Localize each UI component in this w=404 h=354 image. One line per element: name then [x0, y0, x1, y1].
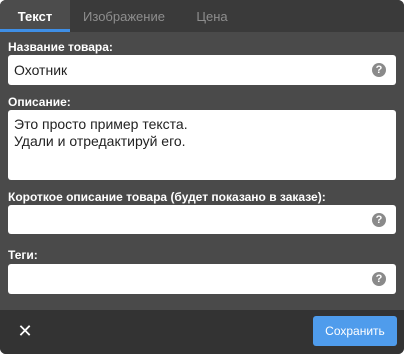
product-name-value: Охотник: [14, 62, 68, 78]
help-icon[interactable]: ?: [372, 63, 386, 77]
tab-bar: Текст Изображение Цена: [0, 0, 404, 32]
tab-price[interactable]: Цена: [182, 0, 242, 32]
description-label: Описание:: [8, 95, 71, 109]
product-editor-panel: Текст Изображение Цена Название товара: …: [0, 0, 404, 354]
description-textarea[interactable]: Это просто пример текста. Удали и отреда…: [8, 110, 396, 180]
close-icon[interactable]: ✕: [14, 320, 36, 342]
tab-price-label: Цена: [196, 8, 228, 24]
short-description-input[interactable]: ?: [8, 205, 396, 234]
help-icon[interactable]: ?: [372, 272, 386, 286]
tab-image-label: Изображение: [83, 8, 165, 24]
product-name-label: Название товара:: [8, 40, 113, 54]
save-button[interactable]: Сохранить: [313, 316, 397, 346]
short-description-label: Короткое описание товара (будет показано…: [8, 190, 326, 204]
tab-text-label: Текст: [17, 8, 53, 24]
tab-image[interactable]: Изображение: [74, 0, 174, 32]
form-content: Название товара: Охотник ? Описание: Это…: [0, 32, 404, 310]
tags-label: Теги:: [8, 248, 38, 262]
product-name-input[interactable]: Охотник ?: [8, 55, 396, 85]
tab-text[interactable]: Текст: [0, 0, 70, 32]
footer-bar: ✕ Сохранить: [0, 310, 404, 354]
help-icon[interactable]: ?: [372, 212, 386, 227]
tags-input[interactable]: ?: [8, 264, 396, 294]
